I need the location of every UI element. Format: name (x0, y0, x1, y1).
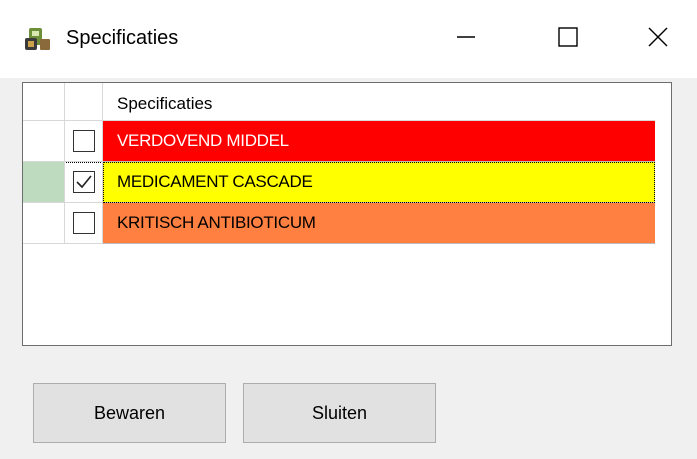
row-selector[interactable] (23, 203, 65, 244)
title-bar: Specificaties (0, 0, 697, 78)
row-checkbox[interactable] (72, 171, 95, 193)
row-checkbox-cell (65, 121, 103, 162)
row-checkbox-cell (65, 203, 103, 244)
close-window-button[interactable] (612, 0, 697, 78)
column-header-specificaties[interactable]: Specificaties (103, 83, 655, 121)
close-button[interactable]: Sluiten (243, 383, 436, 443)
specificaties-grid: Specificaties VERDOVEND MIDDEL MEDICAMENT… (22, 82, 672, 346)
window-title: Specificaties (66, 27, 179, 49)
save-button[interactable]: Bewaren (33, 383, 226, 443)
row-checkbox[interactable] (72, 212, 95, 234)
minimize-icon (455, 26, 477, 52)
app-icon (23, 26, 53, 52)
table-row[interactable]: VERDOVEND MIDDEL (23, 121, 655, 162)
row-checkbox[interactable] (72, 130, 95, 152)
row-checkbox-cell (65, 162, 103, 203)
row-selector[interactable] (23, 162, 65, 203)
checkbox-column-header (65, 83, 103, 121)
maximize-icon (557, 26, 579, 52)
checkmark-icon (75, 175, 92, 189)
minimize-button[interactable] (420, 0, 512, 78)
grid-header: Specificaties (23, 83, 671, 121)
row-selector-header (23, 83, 65, 121)
close-icon (647, 26, 669, 52)
specificatie-label[interactable]: KRITISCH ANTIBIOTICUM (103, 203, 655, 244)
table-row[interactable]: KRITISCH ANTIBIOTICUM (23, 203, 655, 244)
maximize-button[interactable] (522, 0, 614, 78)
table-row[interactable]: MEDICAMENT CASCADE (23, 162, 655, 203)
specificatie-label[interactable]: VERDOVEND MIDDEL (103, 121, 655, 162)
specificatie-label[interactable]: MEDICAMENT CASCADE (103, 162, 655, 203)
specificaties-dialog: Specificaties Specificaties VERDOVEND MI… (0, 0, 697, 459)
row-selector[interactable] (23, 121, 65, 162)
